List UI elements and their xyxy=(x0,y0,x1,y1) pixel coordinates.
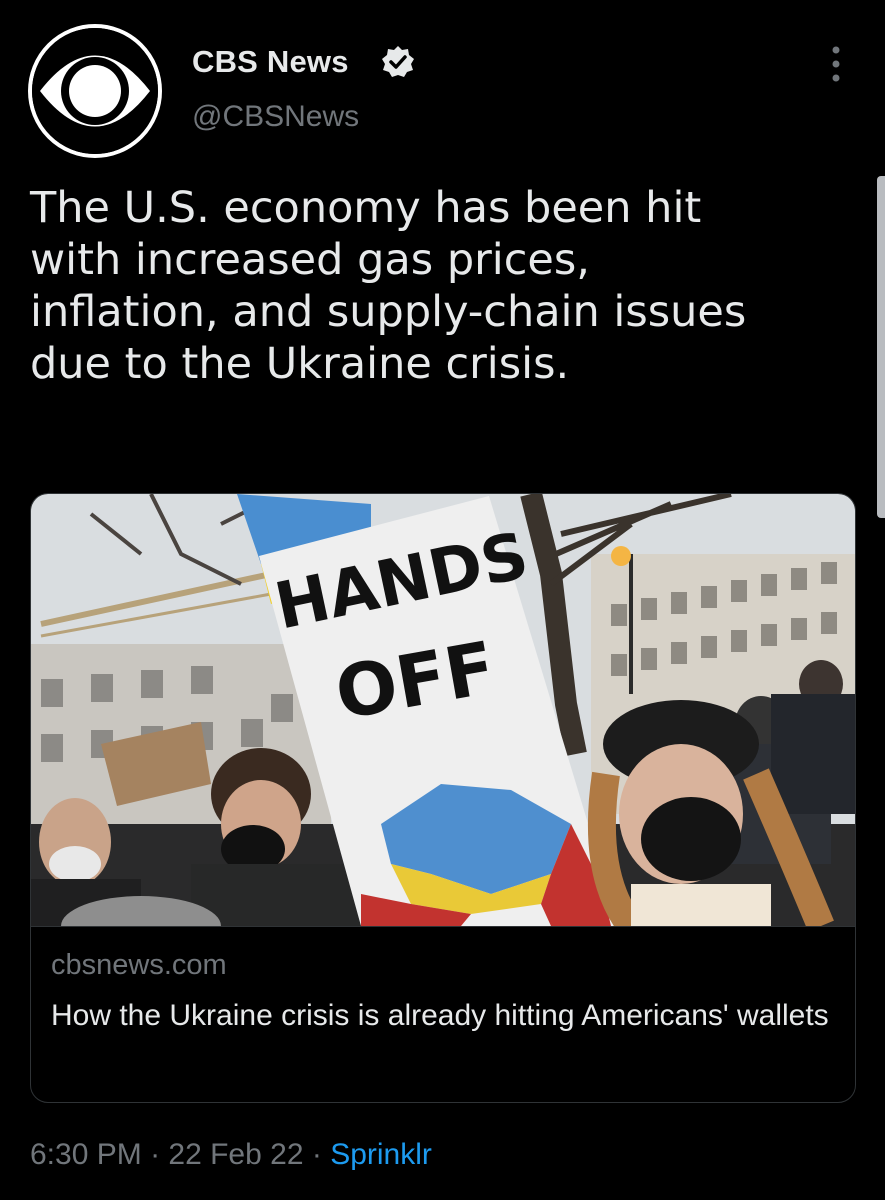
meta-separator: · xyxy=(141,1138,169,1171)
card-domain: cbsnews.com xyxy=(51,949,227,981)
tweet-date[interactable]: 22 Feb 22 xyxy=(168,1138,303,1171)
card-image[interactable]: HANDS OFF xyxy=(31,494,855,926)
tweet: CBS News @CBSNews The U.S. economy has b… xyxy=(0,0,885,1200)
tweet-timestamp: 6:30 PM · 22 Feb 22 · Sprinklr xyxy=(30,1138,432,1172)
card-meta[interactable]: cbsnews.com How the Ukraine crisis is al… xyxy=(31,926,855,1102)
cbs-eye-logo-icon xyxy=(32,28,158,154)
meta-separator: · xyxy=(303,1138,331,1171)
scrollbar[interactable] xyxy=(877,176,885,518)
tweet-time[interactable]: 6:30 PM xyxy=(30,1138,142,1171)
avatar[interactable] xyxy=(28,24,162,158)
author-handle[interactable]: @CBSNews xyxy=(192,100,359,134)
tweet-text: The U.S. economy has been hit with incre… xyxy=(30,183,747,389)
link-card[interactable]: HANDS OFF cbsnews.com How the Ukraine cr… xyxy=(30,493,856,1103)
more-vertical-icon[interactable] xyxy=(818,42,854,86)
author-name[interactable]: CBS News xyxy=(192,44,349,80)
tweet-source[interactable]: Sprinklr xyxy=(330,1138,432,1171)
card-title[interactable]: How the Ukraine crisis is already hittin… xyxy=(51,993,831,1039)
verified-badge-icon xyxy=(380,44,416,80)
